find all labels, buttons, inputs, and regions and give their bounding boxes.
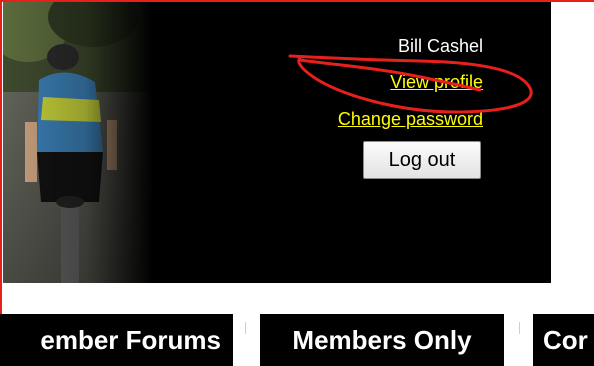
- nav-tab-members-only[interactable]: Members Only: [260, 314, 504, 366]
- user-name: Bill Cashel: [397, 36, 483, 56]
- change-password-link[interactable]: Change password: [338, 108, 483, 130]
- page: Bill Cashel View profile Change password…: [0, 0, 594, 366]
- cyclist-photo: [3, 2, 153, 283]
- nav-separator: [245, 322, 246, 334]
- nav-tab-contact[interactable]: Cor: [533, 314, 594, 366]
- view-profile-link[interactable]: View profile: [390, 71, 483, 93]
- logout-button[interactable]: Log out: [363, 141, 481, 179]
- nav-tab-member-forums[interactable]: ember Forums: [0, 314, 233, 366]
- nav-separator: [519, 322, 520, 334]
- page-border-left: [0, 0, 2, 366]
